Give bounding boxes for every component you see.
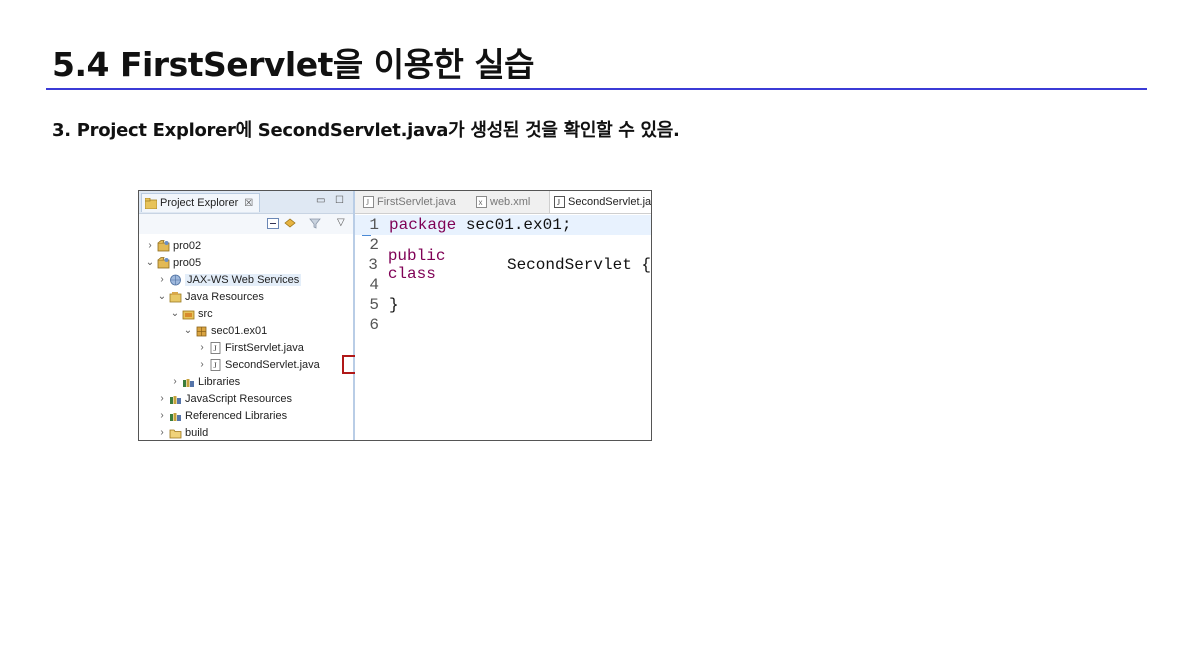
tree-item-label: pro05 (173, 256, 202, 269)
editor-tab-bar: J FirstServlet.java x web.xml J SecondSe… (355, 191, 651, 214)
line-number: 2 (369, 236, 379, 254)
java-file-icon: J (210, 358, 221, 371)
code-text: SecondServlet { (497, 256, 651, 274)
tab-label: FirstServlet.java (377, 196, 456, 208)
source-folder-icon (182, 310, 195, 319)
slide-title: 5.4 FirstServlet을 이용한 실습 (52, 45, 535, 84)
tree-item-label: sec01.ex01 (211, 324, 268, 337)
code-line[interactable]: 4 (355, 275, 651, 295)
eclipse-screenshot: Project Explorer ☒ ▭ ☐ ▽ › pro02 ⌄ pro05 › JA… (138, 190, 652, 441)
line-number: 3 (368, 256, 378, 274)
chevron-down-icon[interactable]: ⌄ (145, 257, 155, 268)
filter-icon[interactable] (309, 218, 321, 229)
chevron-right-icon[interactable]: › (145, 240, 155, 251)
explorer-header: Project Explorer ☒ ▭ ☐ (139, 191, 353, 214)
svg-text:J: J (214, 344, 217, 353)
tree-item-pro05[interactable]: ⌄ pro05 (145, 254, 201, 271)
link-with-editor-icon[interactable] (284, 218, 296, 229)
code-line[interactable]: 1 package sec01.ex01; (355, 215, 651, 235)
tree-item-src[interactable]: ⌄ src (170, 305, 213, 322)
tree-item-label: SecondServlet.java (225, 358, 320, 371)
explorer-toolbar: ▽ (139, 214, 353, 234)
tree-item-referenced-libraries[interactable]: › Referenced Libraries (157, 407, 287, 424)
tab-secondservlet[interactable]: J SecondServlet.java (549, 191, 652, 213)
project-explorer-panel: Project Explorer ☒ ▭ ☐ ▽ › pro02 ⌄ pro05 › JA… (139, 191, 355, 440)
code-line[interactable]: 3 public class SecondServlet { (355, 247, 651, 283)
tree-item-label: Java Resources (185, 290, 264, 303)
chevron-right-icon[interactable]: › (197, 359, 207, 370)
tab-label: SecondServlet.java (568, 196, 652, 208)
tree-item-secondservlet-java[interactable]: › J SecondServlet.java (197, 356, 320, 373)
chevron-right-icon[interactable]: › (157, 274, 167, 285)
chevron-down-icon[interactable]: ⌄ (170, 308, 180, 319)
tree-item-label: FirstServlet.java (225, 341, 304, 354)
line-number: 6 (369, 316, 379, 334)
tree-item-label: src (198, 307, 213, 320)
java-editor: J FirstServlet.java x web.xml J SecondSe… (355, 191, 651, 440)
tree-item-label: Libraries (198, 375, 241, 388)
xml-file-icon: x (476, 196, 487, 208)
tree-item-label: Referenced Libraries (185, 409, 288, 422)
library-icon (170, 395, 181, 404)
project-explorer-tab[interactable]: Project Explorer ☒ (141, 193, 261, 212)
tree-item-label: pro02 (173, 239, 202, 252)
line-number: 4 (369, 276, 379, 294)
svg-text:x: x (479, 198, 483, 207)
tree-item-sec01-ex01[interactable]: ⌄ sec01.ex01 (183, 322, 267, 339)
line-number: 5 (369, 296, 379, 314)
project-icon (157, 256, 170, 268)
close-icon[interactable]: ☒ (244, 198, 253, 209)
collapse-all-icon[interactable] (267, 218, 279, 229)
tab-label: web.xml (490, 196, 531, 208)
tree-item-label: build (185, 426, 209, 439)
project-explorer-icon (145, 197, 157, 209)
java-file-icon: J (363, 196, 374, 208)
tree-item-firstservlet-java[interactable]: › J FirstServlet.java (197, 339, 304, 356)
tab-firstservlet[interactable]: J FirstServlet.java (363, 191, 456, 213)
tree-item-libraries[interactable]: › Libraries (170, 373, 240, 390)
java-file-icon: J (210, 341, 221, 354)
svg-text:J: J (557, 198, 560, 207)
maximize-icon[interactable]: ☐ (335, 195, 344, 206)
title-rule (46, 88, 1147, 90)
project-icon (157, 239, 170, 251)
java-file-icon: J (554, 196, 565, 208)
library-icon (170, 412, 181, 421)
chevron-down-icon[interactable]: ⌄ (183, 325, 193, 336)
tab-webxml[interactable]: x web.xml (476, 191, 530, 213)
code-text: sec01.ex01; (456, 216, 572, 234)
tree-item-label: JAX-WS Web Services (185, 273, 302, 286)
folder-icon (169, 429, 182, 438)
chevron-right-icon[interactable]: › (157, 410, 167, 421)
chevron-right-icon[interactable]: › (157, 427, 167, 438)
tree-item-java-resources[interactable]: ⌄ Java Resources (157, 288, 264, 305)
code-text: } (389, 296, 399, 314)
code-keyword: package (389, 216, 457, 234)
resources-icon (169, 291, 182, 302)
minimize-icon[interactable]: ▭ (316, 195, 325, 206)
line-number: 1 (369, 216, 379, 234)
chevron-right-icon[interactable]: › (170, 376, 180, 387)
chevron-right-icon[interactable]: › (157, 393, 167, 404)
step-text: 3. Project Explorer에 SecondServlet.java가… (52, 120, 680, 141)
svg-text:J: J (214, 361, 217, 370)
webservice-icon (170, 274, 181, 285)
tree-item-jax-ws-web-services[interactable]: › JAX-WS Web Services (157, 271, 302, 288)
chevron-right-icon[interactable]: › (197, 342, 207, 353)
tree-item-build[interactable]: › build (157, 424, 209, 440)
package-icon (196, 326, 207, 336)
library-icon (183, 378, 194, 387)
view-menu-icon[interactable]: ▽ (337, 217, 345, 228)
code-line[interactable]: 6 (355, 315, 651, 335)
tree-item-javascript-resources[interactable]: › JavaScript Resources (157, 390, 292, 407)
svg-text:J: J (366, 198, 369, 207)
chevron-down-icon[interactable]: ⌄ (157, 291, 167, 302)
tree-item-pro02[interactable]: › pro02 (145, 237, 201, 254)
tree-item-label: JavaScript Resources (185, 392, 292, 405)
project-explorer-tab-label: Project Explorer (160, 197, 239, 209)
code-line[interactable]: 5} (355, 295, 651, 315)
